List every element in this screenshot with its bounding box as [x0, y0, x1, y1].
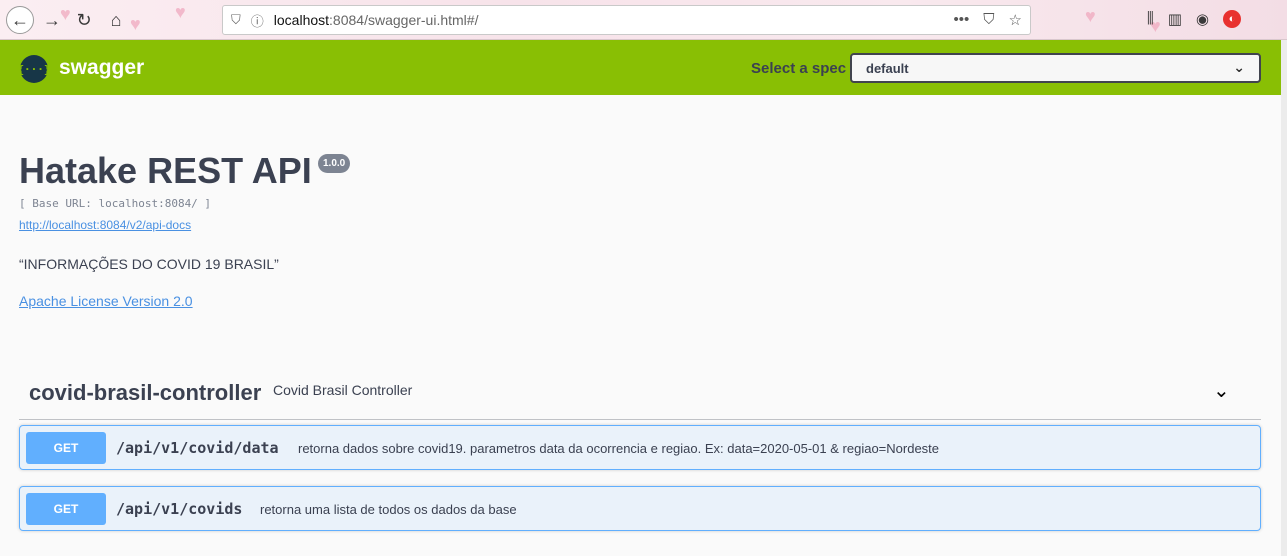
tag-header-covid-brasil[interactable]: covid-brasil-controller Covid Brasil Con…: [19, 370, 1261, 420]
method-badge: GET: [26, 493, 106, 525]
reload-button[interactable]: ↻: [70, 6, 98, 34]
version-badge: 1.0.0: [318, 154, 351, 173]
operation-summary: retorna uma lista de todos os dados da b…: [260, 502, 517, 517]
library-icon[interactable]: ⫼: [1147, 10, 1154, 28]
shield-icon: ⛉: [231, 12, 241, 27]
base-url: [ Base URL: localhost:8084/ ]: [19, 197, 212, 210]
swagger-topbar: {···} swagger Select a spec default ⌄: [0, 40, 1281, 95]
operation-path: /api/v1/covid/data: [116, 439, 279, 457]
extension-icon[interactable]: ◐: [1223, 10, 1241, 28]
method-badge: GET: [26, 432, 106, 464]
home-icon: ⌂: [110, 9, 122, 30]
operation-summary: retorna dados sobre covid19. parametros …: [298, 441, 940, 456]
pocket-icon[interactable]: ⛉: [983, 11, 994, 29]
api-docs-link[interactable]: http://localhost:8084/v2/api-docs: [19, 218, 191, 232]
spec-select[interactable]: default ⌄: [850, 53, 1261, 83]
api-title: Hatake REST API: [19, 150, 312, 191]
home-button[interactable]: ⌂: [102, 6, 130, 34]
spec-selected-value: default: [866, 60, 909, 76]
forward-button[interactable]: →: [38, 6, 66, 34]
select-spec-label: Select a spec: [751, 60, 847, 77]
chevron-down-icon: ⌄: [1233, 59, 1245, 75]
tag-description: Covid Brasil Controller: [273, 382, 413, 398]
operation-get-covids[interactable]: GET /api/v1/covids retorna uma lista de …: [19, 486, 1261, 531]
url-path: :8084/swagger-ui.html#/: [329, 12, 479, 28]
reload-icon: ↻: [76, 9, 92, 30]
bookmark-star-icon[interactable]: ☆: [1009, 11, 1022, 29]
chevron-down-icon[interactable]: ⌄: [1213, 378, 1230, 403]
operation-get-covid-data[interactable]: GET /api/v1/covid/data retorna dados sob…: [19, 425, 1261, 470]
sidebar-icon[interactable]: ▥: [1168, 10, 1182, 28]
back-button[interactable]: ←: [6, 6, 34, 34]
address-bar[interactable]: ⛉ ⓘ localhost:8084/swagger-ui.html#/ •••…: [222, 5, 1031, 35]
swagger-logo-icon[interactable]: {···}: [17, 55, 51, 83]
license-link[interactable]: Apache License Version 2.0: [19, 293, 193, 309]
arrow-right-icon: →: [43, 9, 61, 30]
scrollbar[interactable]: [1281, 40, 1287, 556]
tag-name: covid-brasil-controller: [29, 380, 262, 405]
info-icon[interactable]: ⓘ: [251, 11, 264, 30]
url-host: localhost: [273, 12, 330, 28]
swagger-logo-text[interactable]: swagger: [59, 56, 144, 80]
browser-toolbar: ♥ ♥ ♥ ♥ ♥ ← → ↻ ⌂ ⛉ ⓘ localhost:8084/swa…: [0, 0, 1287, 40]
page-actions-icon[interactable]: •••: [954, 11, 970, 29]
api-description: “INFORMAÇÕES DO COVID 19 BRASIL”: [19, 256, 279, 272]
arrow-left-icon: ←: [11, 9, 29, 30]
operation-path: /api/v1/covids: [116, 500, 243, 518]
account-icon[interactable]: ◉: [1196, 10, 1209, 28]
